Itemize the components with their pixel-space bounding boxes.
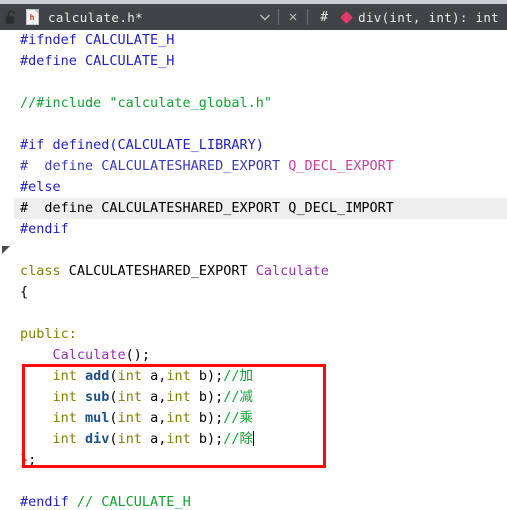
code-line[interactable]: //#include "calculate_global.h" (14, 93, 507, 114)
chevron-down-icon[interactable] (256, 14, 274, 21)
code-line[interactable]: #else (14, 177, 507, 198)
code-line[interactable]: }; (14, 450, 507, 471)
code-line[interactable]: #define CALCULATE_H (14, 51, 507, 72)
code-token: div (85, 431, 110, 447)
code-token: // CALCULATE_H (76, 494, 191, 510)
code-line[interactable]: int sub(int a,int b);//减 (14, 387, 507, 408)
code-token: public: (20, 326, 77, 342)
code-token: # define CALCULATESHARED_EXPORT Q_DECL_I… (20, 200, 394, 216)
code-token: a, (141, 431, 167, 447)
code-token: ( (109, 389, 118, 405)
code-token: int (52, 431, 86, 447)
code-line[interactable]: # define CALCULATESHARED_EXPORT Q_DECL_I… (14, 198, 507, 219)
editor-toolbar: h calculate.h* ✕ # div(int, int): int (0, 4, 507, 30)
code-token: Calculate (255, 263, 329, 279)
code-token: b); (190, 368, 224, 384)
code-line[interactable]: #ifndef CALCULATE_H (14, 30, 507, 51)
code-token: int (166, 410, 191, 426)
code-token: int (52, 368, 86, 384)
code-line[interactable]: #endif // CALCULATE_H (14, 492, 507, 510)
code-token: class (20, 263, 69, 279)
code-token: int (117, 431, 142, 447)
code-token: //减 (223, 389, 254, 405)
code-token: a, (141, 368, 167, 384)
code-line[interactable]: { (14, 282, 507, 303)
code-token: #endif (20, 221, 69, 237)
open-file-name[interactable]: calculate.h* (48, 10, 143, 25)
code-token: add (85, 368, 110, 384)
code-token: sub (85, 389, 110, 405)
code-line[interactable]: int div(int a,int b);//除 (14, 429, 507, 450)
code-line[interactable] (14, 240, 507, 261)
code-token: int (117, 389, 142, 405)
current-symbol-label[interactable]: div(int, int): int (358, 10, 499, 25)
code-line[interactable]: #endif (14, 219, 507, 240)
code-token: #if defined(CALCULATE_LIBRARY) (20, 137, 264, 153)
code-token: //乘 (223, 410, 254, 426)
code-line[interactable]: int add(int a,int b);//加 (14, 366, 507, 387)
code-token: b); (190, 410, 224, 426)
code-token: //加 (223, 368, 254, 384)
code-content[interactable]: #ifndef CALCULATE_H #define CALCULATE_H //… (14, 30, 507, 510)
code-line[interactable] (14, 303, 507, 324)
fold-triangle-icon[interactable] (2, 246, 10, 254)
code-token: }; (20, 452, 37, 468)
code-token: #else (20, 179, 61, 195)
code-token: int (52, 410, 86, 426)
code-token: int (52, 389, 86, 405)
file-type-letter: h (29, 13, 35, 22)
code-token: mul (85, 410, 110, 426)
code-line[interactable]: # define CALCULATESHARED_EXPORT Q_DECL_E… (14, 156, 507, 177)
code-token: # define CALCULATESHARED_EXPORT (20, 158, 289, 174)
file-type-icon: h (22, 4, 42, 30)
code-token: int (166, 389, 191, 405)
hash-icon[interactable]: # (312, 10, 336, 25)
code-token: int (166, 431, 191, 447)
code-token: { (20, 284, 29, 300)
code-token: a, (141, 410, 167, 426)
code-line[interactable]: Calculate(); (14, 345, 507, 366)
code-token: //#include "calculate_global.h" (20, 95, 272, 111)
toolbar-divider-2 (307, 9, 309, 25)
code-token: #ifndef CALCULATE_H (20, 32, 175, 48)
code-token: Calculate (52, 347, 126, 363)
code-editor[interactable]: #ifndef CALCULATE_H #define CALCULATE_H //… (0, 30, 507, 510)
code-token: a, (141, 389, 167, 405)
code-line[interactable] (14, 72, 507, 93)
code-token: #define CALCULATE_H (20, 53, 175, 69)
toolbar-divider-1 (278, 9, 280, 25)
code-line[interactable]: int mul(int a,int b);//乘 (14, 408, 507, 429)
code-line[interactable]: public: (14, 324, 507, 345)
code-token: CALCULATESHARED_EXPORT (68, 263, 256, 279)
code-token: int (166, 368, 191, 384)
code-token: Q_DECL_EXPORT (288, 158, 394, 174)
code-token: ( (109, 431, 118, 447)
pink-diamond-icon (336, 10, 356, 24)
close-icon[interactable]: ✕ (283, 9, 303, 25)
code-token: #endif (20, 494, 77, 510)
code-line[interactable]: class CALCULATESHARED_EXPORT Calculate (14, 261, 507, 282)
code-token: (); (125, 347, 151, 363)
code-token: ( (109, 410, 118, 426)
code-token: //除 (223, 431, 254, 447)
code-token: int (117, 410, 142, 426)
code-token: ( (109, 368, 118, 384)
editor-gutter (0, 30, 15, 510)
code-token: b); (190, 389, 224, 405)
code-token: int (117, 368, 142, 384)
unlocked-padlock-icon[interactable] (0, 4, 22, 30)
code-line[interactable] (14, 114, 507, 135)
code-token: b); (190, 431, 224, 447)
code-line[interactable]: #if defined(CALCULATE_LIBRARY) (14, 135, 507, 156)
text-cursor (253, 431, 255, 446)
code-line[interactable] (14, 471, 507, 492)
